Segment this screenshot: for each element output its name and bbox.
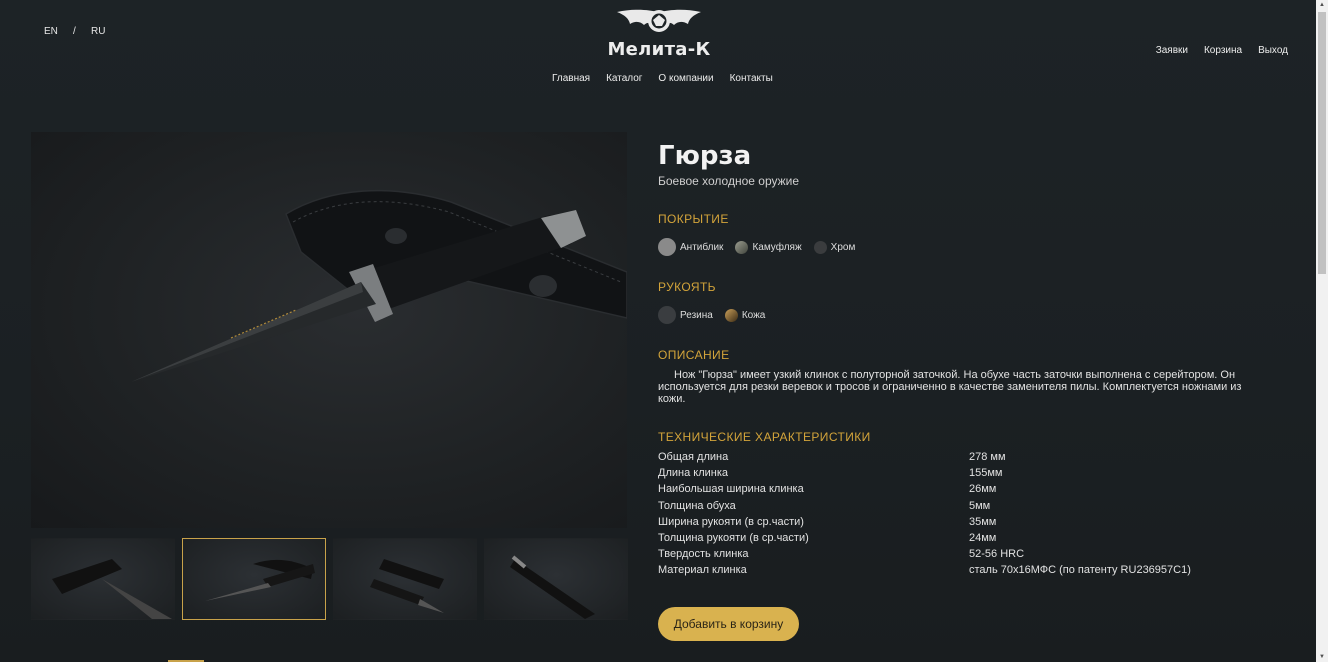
coating-options: Антиблик Камуфляж Хром (658, 238, 1298, 256)
lang-en-link[interactable]: EN (44, 26, 73, 37)
nav-contacts[interactable]: Контакты (730, 73, 773, 84)
add-to-cart-button[interactable]: Добавить в корзину (658, 607, 799, 641)
handle-option-leather[interactable]: Кожа (724, 308, 765, 322)
handle-section: РУКОЯТЬ Резина Кожа (658, 280, 1298, 324)
product-main-image[interactable] (31, 132, 627, 528)
thumbnail-3[interactable] (333, 538, 477, 620)
scroll-up-icon[interactable]: ▲ (1319, 2, 1325, 8)
product-details: Гюрза Боевое холодное оружие ПОКРЫТИЕ Ан… (658, 140, 1298, 641)
site-logo[interactable]: Мелита-К (604, 6, 714, 64)
thumbnail-strip (31, 538, 628, 620)
spec-row: Наибольшая ширина клинка 26мм (658, 483, 997, 496)
scroll-down-icon[interactable]: ▼ (1319, 654, 1325, 660)
coating-option-chrome[interactable]: Хром (813, 240, 855, 254)
swatch-icon (724, 308, 738, 322)
brand-name: Мелита-К (607, 39, 711, 60)
spec-row: Твердость клинка 52-56 HRC (658, 548, 1025, 561)
scrollbar-thumb[interactable] (1318, 12, 1326, 274)
coating-option-antiglare[interactable]: Антиблик (658, 238, 723, 256)
page-scrollbar[interactable]: ▲ ▼ (1316, 0, 1328, 662)
description-heading: ОПИСАНИЕ (658, 348, 730, 362)
spec-row: Материал клинка сталь 70х16МФС (по патент… (658, 564, 1191, 577)
handle-options: Резина Кожа (658, 306, 1298, 324)
specs-section: ТЕХНИЧЕСКИЕ ХАРАКТЕРИСТИКИ Общая длина 27… (658, 430, 1298, 579)
user-nav: Заявки Корзина Выход (1156, 45, 1288, 56)
nav-home[interactable]: Главная (552, 73, 590, 84)
product-subtitle: Боевое холодное оружие (658, 174, 800, 188)
handle-option-rubber[interactable]: Резина (658, 306, 713, 324)
nav-cart[interactable]: Корзина (1204, 45, 1242, 56)
swatch-icon (658, 306, 676, 324)
bat-wings-emblem-icon (617, 9, 701, 32)
nav-requests[interactable]: Заявки (1156, 45, 1188, 56)
spec-row: Общая длина 278 мм (658, 451, 1006, 464)
thumbnail-1[interactable] (31, 538, 175, 620)
spec-row: Ширина рукояти (в ср.части) 35мм (658, 515, 997, 528)
spec-row: Толщина рукояти (в ср.части) 24мм (658, 532, 997, 545)
coating-option-camouflage[interactable]: Камуфляж (735, 240, 802, 254)
nav-catalog[interactable]: Каталог (606, 73, 642, 84)
coating-section: ПОКРЫТИЕ Антиблик Камуфляж Хром (658, 212, 1298, 256)
knife-photo-illustration (131, 189, 627, 382)
thumbnail-4[interactable] (484, 538, 628, 620)
lang-ru-link[interactable]: RU (91, 26, 105, 37)
swatch-icon (735, 240, 749, 254)
description-section: ОПИСАНИЕ Нож "Гюрза" имеет узкий клинок … (658, 348, 1298, 405)
description-text: Нож "Гюрза" имеет узкий клинок с полутор… (658, 369, 1242, 405)
specs-table: Общая длина 278 мм Длина клинка 155мм Наиб… (658, 449, 1278, 579)
thumbnail-2[interactable] (182, 538, 326, 620)
handle-heading: РУКОЯТЬ (658, 280, 716, 294)
nav-logout[interactable]: Выход (1258, 45, 1288, 56)
specs-heading: ТЕХНИЧЕСКИЕ ХАРАКТЕРИСТИКИ (658, 430, 871, 444)
lang-separator: / (73, 26, 76, 37)
spec-row: Толщина обуха 5мм (658, 499, 991, 512)
swatch-icon (813, 240, 827, 254)
coating-heading: ПОКРЫТИЕ (658, 212, 729, 226)
main-nav: Главная Каталог О компании Контакты (552, 73, 773, 84)
product-title: Гюрза (658, 141, 752, 171)
nav-about[interactable]: О компании (658, 73, 713, 84)
language-switcher: EN / RU (44, 26, 105, 37)
spec-row: Длина клинка 155мм (658, 467, 1003, 480)
swatch-icon (658, 238, 676, 256)
